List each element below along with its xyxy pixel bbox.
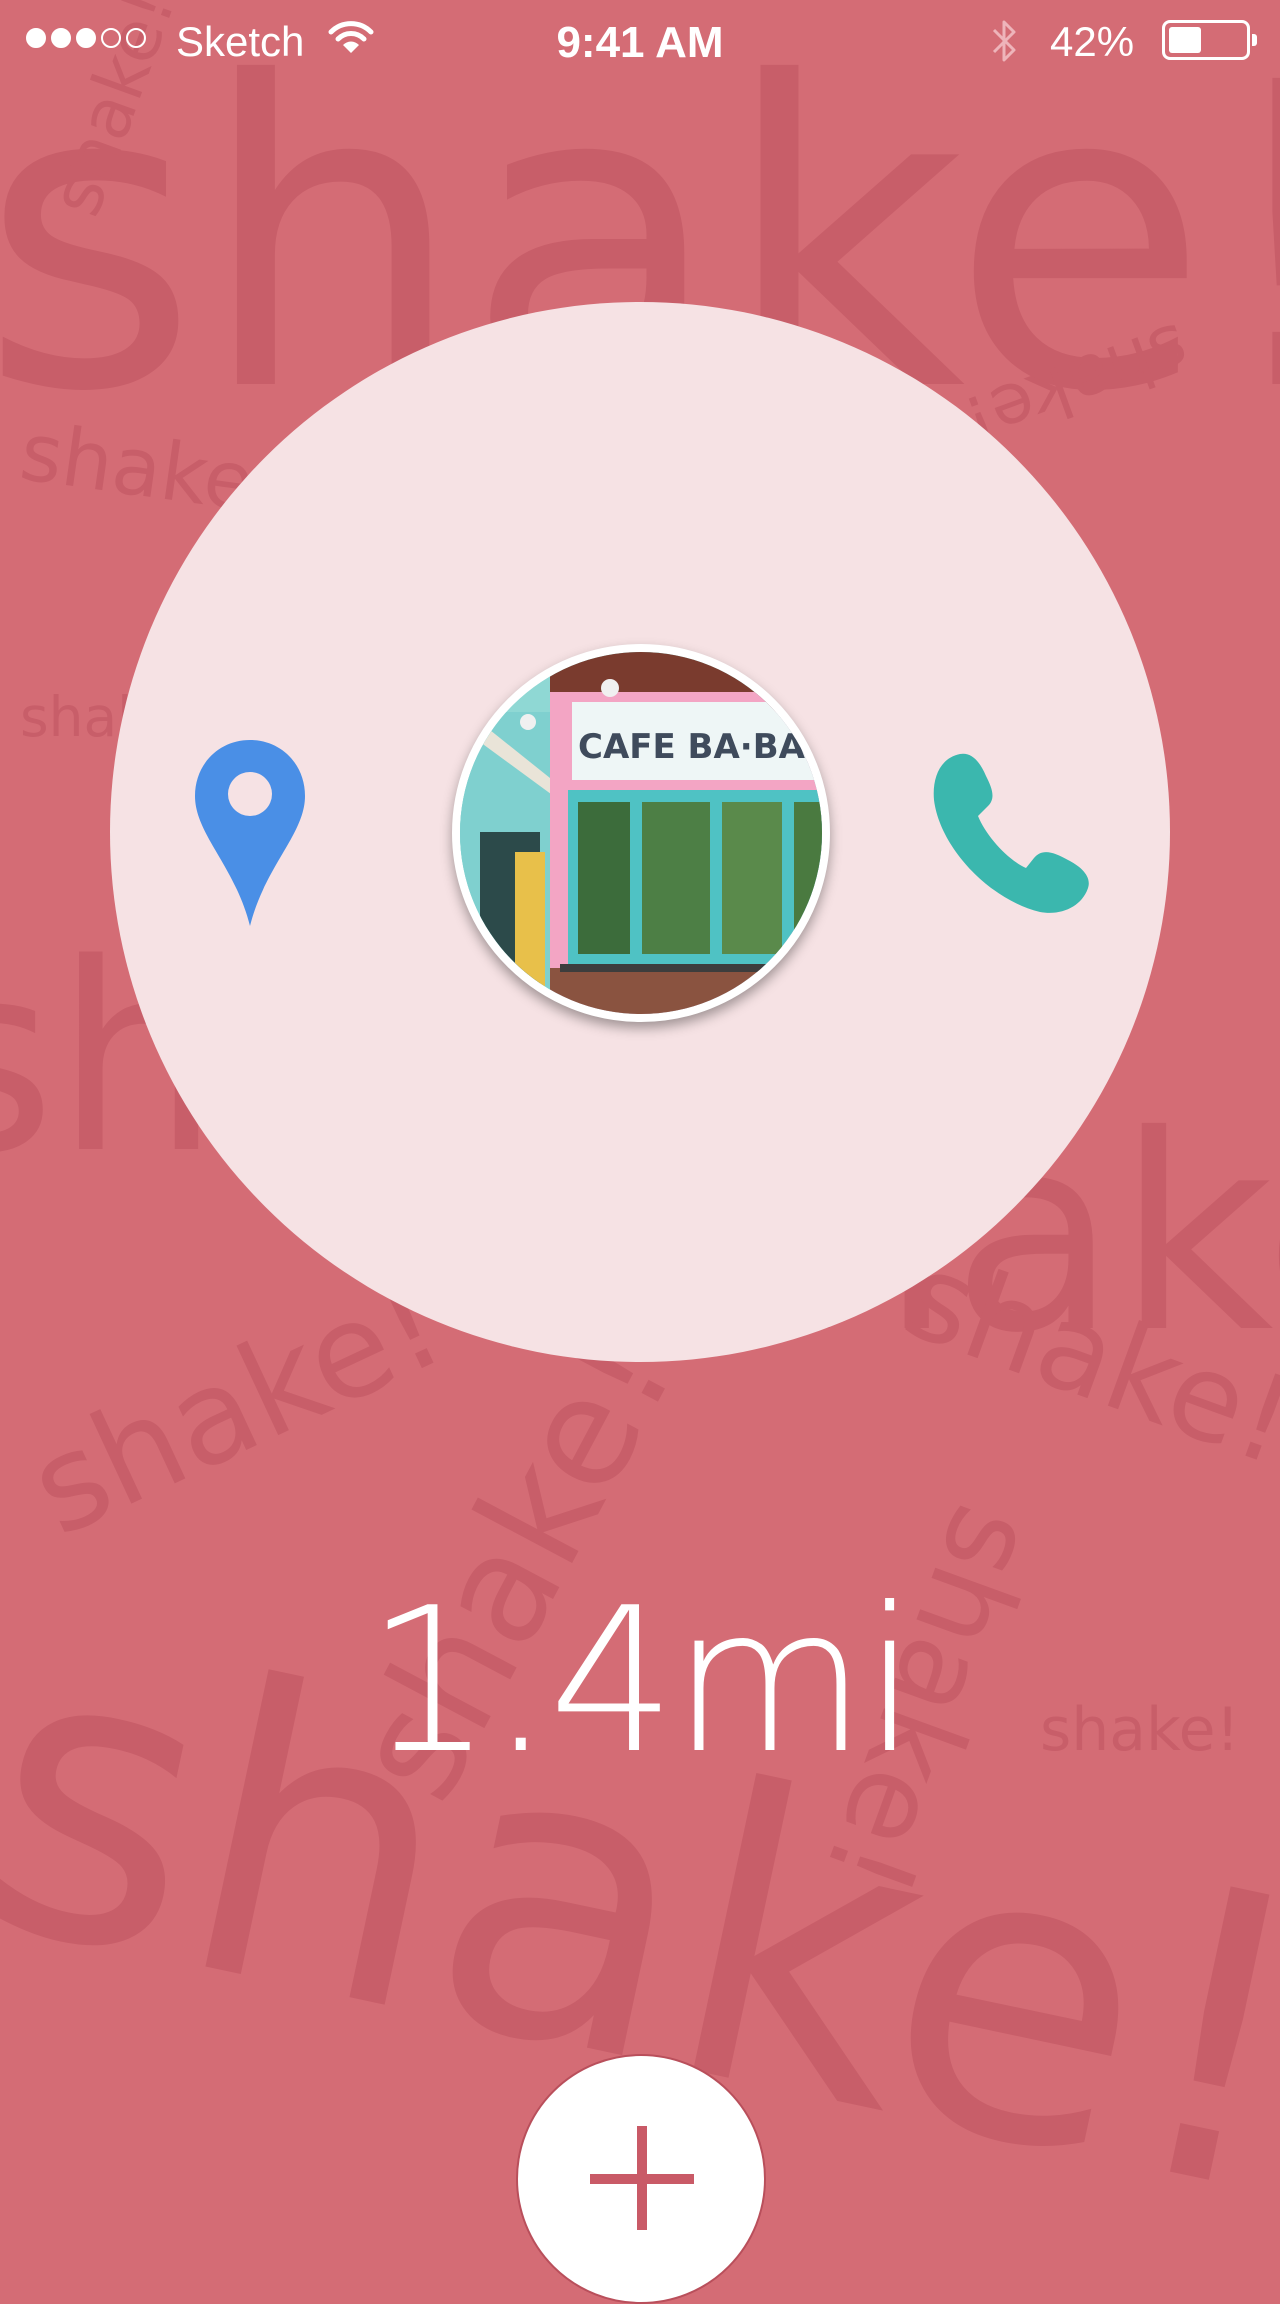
battery-fill <box>1169 27 1201 53</box>
battery-nub <box>1252 34 1257 46</box>
distance-label: 1.4mi <box>365 1565 918 1798</box>
phone-icon[interactable] <box>930 748 1092 918</box>
place-photo[interactable]: CAFE BA·BA·REE <box>452 644 830 1022</box>
sign-text: CAFE BA·BA·REE <box>578 727 822 767</box>
location-pin-icon[interactable] <box>193 738 307 928</box>
battery-percent: 42% <box>1050 18 1135 65</box>
add-button[interactable] <box>516 2054 766 2304</box>
watermark-text: shake! <box>888 1225 1280 1494</box>
bluetooth-icon <box>988 16 1022 71</box>
status-bar: Sketch 9:41 AM 42% <box>0 0 1280 84</box>
battery-icon <box>1162 20 1257 60</box>
